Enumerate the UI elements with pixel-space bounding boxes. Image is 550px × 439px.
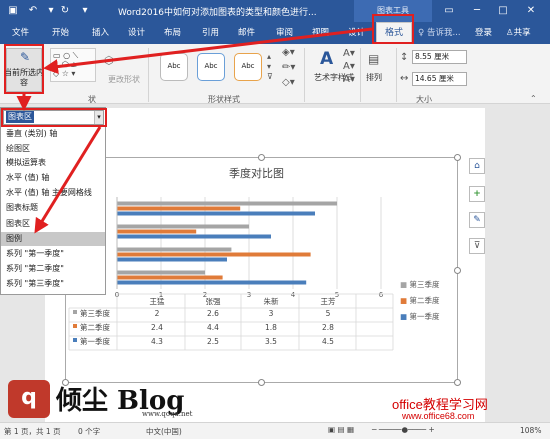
view-icons[interactable]: ▣ ▤ ▦ — [328, 425, 354, 434]
watermark-site-url: www.office68.com — [402, 411, 475, 421]
annotation-arrows — [16, 27, 373, 234]
watermark-blog-url: www.qoqa.net — [142, 410, 193, 418]
status-bar: 第 1 页，共 1 页 0 个字 中文(中国) ▣ ▤ ▦ ─ ─────●──… — [0, 422, 550, 439]
zoom-level[interactable]: 108% — [520, 426, 541, 435]
page-count[interactable]: 第 1 页，共 1 页 — [4, 426, 61, 437]
annotation-arrow — [43, 27, 373, 75]
zoom-slider[interactable]: ─ ─────●──── + — [372, 425, 435, 434]
annotation-arrow — [34, 126, 102, 234]
word-count[interactable]: 0 个字 — [78, 426, 100, 437]
language[interactable]: 中文(中国) — [146, 426, 182, 437]
blog-logo: q — [8, 380, 50, 418]
